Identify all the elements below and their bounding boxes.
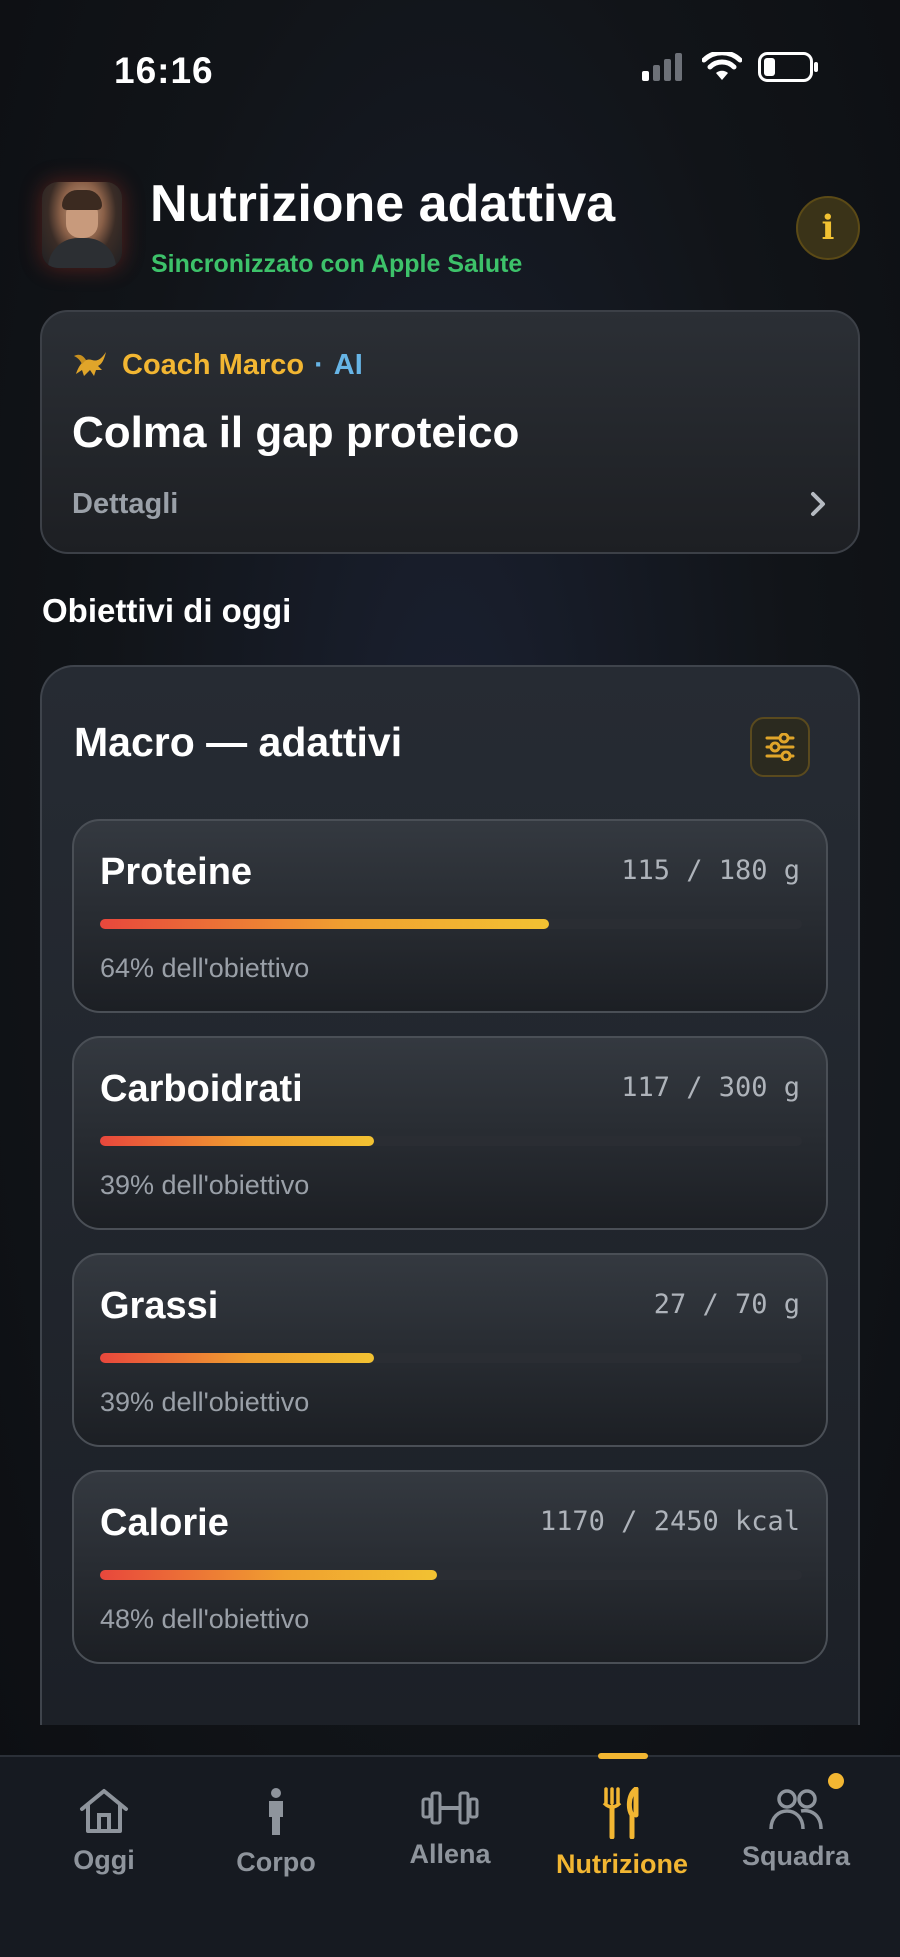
macro-percent: 48% dell'obiettivo bbox=[100, 1604, 310, 1634]
progress-track bbox=[100, 1570, 802, 1580]
progress-fill bbox=[100, 919, 550, 929]
tab-corpo[interactable]: Corpo bbox=[206, 1787, 346, 1878]
tab-label: Oggi bbox=[73, 1845, 135, 1875]
tab-nutrizione[interactable]: Nutrizione bbox=[552, 1787, 692, 1880]
progress-track bbox=[100, 1136, 802, 1146]
chevron-right-icon[interactable] bbox=[808, 490, 828, 518]
macro-value: 27 / 70 g bbox=[653, 1289, 800, 1320]
progress-fill bbox=[100, 1136, 374, 1146]
macros-panel: Macro — adattivi Proteine 115 / 180 g 64… bbox=[40, 665, 860, 1725]
info-icon: i bbox=[821, 208, 835, 248]
ai-badge: AI bbox=[333, 348, 363, 381]
fork-knife-icon bbox=[602, 1787, 639, 1839]
macro-percent: 39% dell'obiettivo bbox=[100, 1170, 310, 1200]
dumbbell-icon bbox=[421, 1791, 479, 1825]
macros-title: Macro — adattivi bbox=[74, 719, 403, 765]
coach-card[interactable]: Coach Marco · AI Colma il gap proteico D… bbox=[40, 310, 860, 554]
notification-badge bbox=[828, 1773, 844, 1789]
macro-card-grassi[interactable]: Grassi 27 / 70 g 39% dell'obiettivo bbox=[72, 1253, 828, 1447]
battery-icon bbox=[758, 52, 818, 82]
macro-card-proteine[interactable]: Proteine 115 / 180 g 64% dell'obiettivo bbox=[72, 819, 828, 1013]
sync-status: Sincronizzato con Apple Salute bbox=[151, 250, 523, 278]
section-title: Obiettivi di oggi bbox=[42, 592, 292, 629]
progress-track bbox=[100, 1353, 802, 1363]
coach-separator: · bbox=[314, 348, 324, 381]
home-icon bbox=[80, 1789, 128, 1833]
tab-squadra[interactable]: Squadra bbox=[726, 1773, 866, 1872]
person-icon bbox=[269, 1788, 283, 1835]
active-tab-indicator bbox=[598, 1753, 648, 1759]
team-icon bbox=[769, 1789, 823, 1830]
tab-label: Squadra bbox=[741, 1841, 851, 1871]
avatar[interactable] bbox=[42, 182, 122, 268]
progress-track bbox=[100, 919, 802, 929]
winged-lion-icon bbox=[74, 352, 106, 376]
page-title: Nutrizione adattiva bbox=[150, 175, 616, 233]
status-icons bbox=[642, 52, 820, 82]
adjust-macros-button[interactable] bbox=[750, 717, 810, 777]
macro-card-calorie[interactable]: Calorie 1170 / 2450 kcal 48% dell'obiett… bbox=[72, 1470, 828, 1664]
coach-details-link[interactable]: Dettagli bbox=[72, 488, 178, 521]
macro-name: Calorie bbox=[100, 1502, 229, 1544]
macro-name: Proteine bbox=[100, 851, 253, 893]
tab-label: Allena bbox=[409, 1839, 491, 1869]
tab-label: Nutrizione bbox=[556, 1849, 688, 1879]
macro-value: 117 / 300 g bbox=[621, 1072, 800, 1103]
coach-headline: Colma il gap proteico bbox=[72, 408, 520, 457]
macro-name: Grassi bbox=[100, 1285, 219, 1327]
macro-value: 1170 / 2450 kcal bbox=[539, 1506, 800, 1537]
page-header: Nutrizione adattiva Sincronizzato con Ap… bbox=[40, 175, 860, 280]
coach-header: Coach Marco · AI bbox=[72, 348, 363, 382]
macro-value: 115 / 180 g bbox=[621, 855, 800, 886]
progress-fill bbox=[100, 1353, 374, 1363]
macro-card-carboidrati[interactable]: Carboidrati 117 / 300 g 39% dell'obietti… bbox=[72, 1036, 828, 1230]
sliders-icon bbox=[765, 733, 795, 761]
info-button[interactable]: i bbox=[796, 196, 860, 260]
progress-fill bbox=[100, 1570, 437, 1580]
status-time: 16:16 bbox=[114, 50, 214, 91]
coach-name: Coach Marco bbox=[122, 348, 305, 381]
tab-allena[interactable]: Allena bbox=[380, 1787, 520, 1870]
cellular-signal-icon bbox=[642, 53, 682, 81]
status-bar: 16:16 bbox=[0, 0, 900, 140]
tab-bar: Oggi Corpo Allena Nutrizione Squadra bbox=[0, 1753, 900, 1957]
tab-label: Corpo bbox=[236, 1847, 316, 1877]
wifi-icon bbox=[702, 52, 742, 80]
macro-percent: 39% dell'obiettivo bbox=[100, 1387, 310, 1417]
tab-oggi[interactable]: Oggi bbox=[34, 1787, 174, 1876]
macro-percent: 64% dell'obiettivo bbox=[100, 953, 310, 983]
macro-name: Carboidrati bbox=[100, 1068, 303, 1110]
